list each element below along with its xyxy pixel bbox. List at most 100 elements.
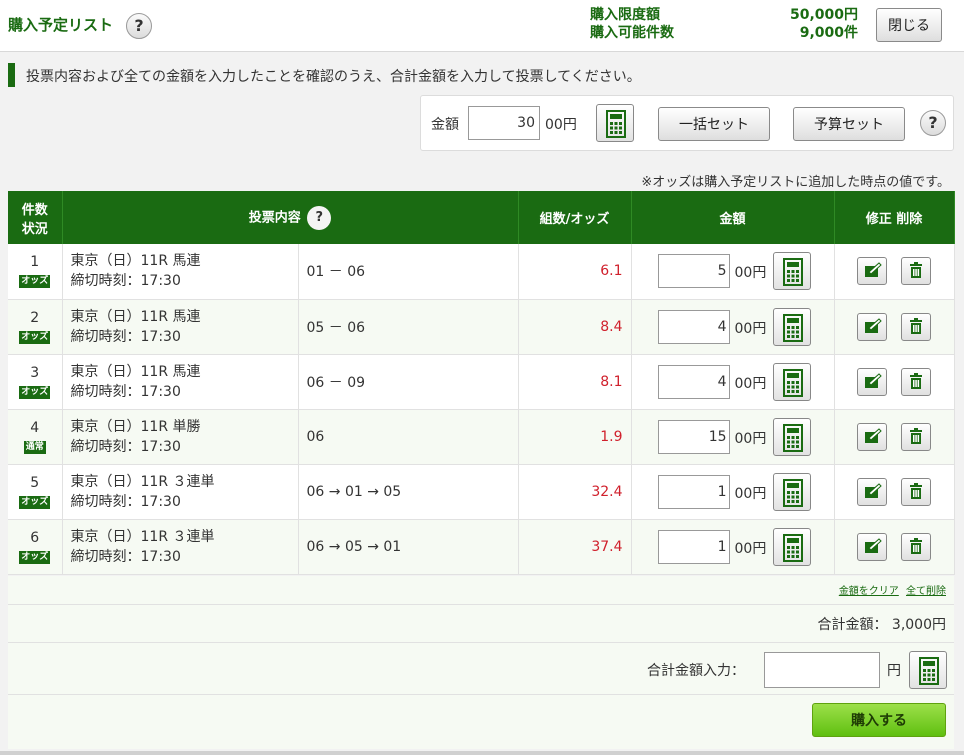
row-count-status: 2 オッズ bbox=[8, 299, 63, 355]
status-badge: 通常 bbox=[23, 440, 46, 454]
table-row: 5 オッズ 東京（日）11R ３連単 締切時刻：17:30 06 → 01 → 05 32… bbox=[8, 464, 955, 520]
actions-cell bbox=[834, 409, 955, 465]
row-number: 3 bbox=[30, 364, 40, 381]
row-number: 4 bbox=[30, 419, 40, 436]
row-amount-input[interactable] bbox=[657, 419, 730, 454]
calculator-icon[interactable] bbox=[909, 651, 947, 689]
odds-value: 32.4 bbox=[518, 464, 632, 520]
odds-value: 6.1 bbox=[518, 244, 632, 300]
amount-unit: 00円 bbox=[734, 485, 767, 502]
edit-delete-header: 修正 削除 bbox=[834, 191, 955, 244]
deadline: 締切時刻：17:30 bbox=[70, 438, 181, 455]
table-row: 1オッズ東京（日）11R 馬連締切時刻：17:3001 － 066.100円 bbox=[8, 244, 955, 300]
trash-icon[interactable] bbox=[900, 422, 931, 451]
limit-label: 購入限度額 bbox=[590, 7, 660, 23]
deadline: 締切時刻：17:30 bbox=[70, 328, 181, 345]
row-amount-input[interactable] bbox=[657, 254, 730, 288]
notice-accent-bar bbox=[8, 63, 15, 87]
trash-icon[interactable] bbox=[900, 367, 931, 396]
buy-button[interactable]: 購入する bbox=[812, 703, 946, 737]
instruction-notice: 投票内容および全ての金額を入力したことを確認のうえ、合計金額を入力して投票してく… bbox=[26, 69, 641, 85]
row-amount-input[interactable] bbox=[657, 364, 730, 399]
race-name: 東京（日）11R 馬連 bbox=[70, 308, 201, 325]
close-button[interactable]: 閉じる bbox=[876, 8, 942, 42]
calculator-icon[interactable] bbox=[772, 362, 811, 401]
header-bar: 購入予定リスト ? 購入限度額 購入可能件数 50,000円 9,000件 閉じ… bbox=[0, 0, 964, 52]
help-icon[interactable]: ? bbox=[920, 110, 946, 136]
purchase-limits-values: 50,000円 9,000件 bbox=[760, 6, 858, 42]
race-info: 東京（日）11R ３連単 締切時刻：17:30 bbox=[62, 464, 299, 520]
total-amount-input[interactable] bbox=[764, 652, 880, 688]
row-amount-input[interactable] bbox=[657, 309, 730, 344]
odds-value: 8.1 bbox=[518, 354, 632, 410]
delete-all-link[interactable]: 全て削除 bbox=[906, 586, 946, 597]
deadline: 締切時刻：17:30 bbox=[70, 383, 181, 400]
calculator-icon[interactable] bbox=[772, 417, 811, 456]
race-name: 東京（日）11R ３連単 bbox=[70, 473, 215, 490]
edit-icon[interactable] bbox=[856, 532, 887, 561]
amount-unit: 00円 bbox=[734, 375, 767, 392]
row-number: 1 bbox=[30, 254, 40, 271]
trash-icon[interactable] bbox=[900, 312, 931, 341]
row-count-status: 4 通常 bbox=[8, 409, 63, 465]
amount-unit: 00円 bbox=[734, 540, 767, 557]
bet-combination: 06 → 05 → 01 bbox=[298, 519, 519, 575]
status-badge: オッズ bbox=[19, 385, 51, 399]
trash-icon[interactable] bbox=[900, 257, 931, 285]
amount-unit: 00円 bbox=[734, 265, 767, 281]
amount-cell: 00円 bbox=[631, 409, 835, 465]
bulk-set-button[interactable]: 一括セット bbox=[658, 107, 770, 141]
odds-value: 1.9 bbox=[518, 409, 632, 465]
amount-cell: 00円 bbox=[631, 519, 835, 575]
help-icon[interactable]: ? bbox=[307, 205, 332, 230]
amount-label: 金額 bbox=[431, 117, 459, 133]
odds-value: 37.4 bbox=[518, 519, 632, 575]
actions-cell bbox=[834, 519, 955, 575]
actions-cell bbox=[834, 464, 955, 520]
deadline: 締切時刻：17:30 bbox=[70, 493, 181, 510]
edit-icon[interactable] bbox=[856, 257, 887, 285]
bulk-amount-input[interactable] bbox=[468, 106, 540, 140]
table-row: 4 通常 東京（日）11R 単勝締切時刻：17:30 061.9 00円 bbox=[8, 409, 955, 465]
amount-unit: 00円 bbox=[734, 430, 767, 447]
edit-icon[interactable] bbox=[856, 312, 887, 341]
calculator-icon[interactable] bbox=[772, 252, 811, 290]
footer-links: 金額をクリア 全て削除 bbox=[835, 582, 946, 597]
help-icon[interactable]: ? bbox=[126, 13, 152, 39]
row-number: 5 bbox=[30, 474, 40, 491]
divider bbox=[8, 604, 954, 605]
count-status-header: 件数 状況 bbox=[8, 191, 63, 244]
amount-unit: 00円 bbox=[734, 320, 767, 337]
trash-icon[interactable] bbox=[900, 532, 931, 561]
amount-unit: 00円 bbox=[545, 117, 577, 133]
bet-combination: 06 bbox=[298, 409, 519, 465]
bottom-border bbox=[0, 751, 964, 755]
race-info: 東京（日）11R 馬連 締切時刻：17:30 bbox=[62, 244, 299, 300]
edit-icon[interactable] bbox=[856, 477, 887, 506]
actions-cell bbox=[834, 244, 955, 300]
trash-icon[interactable] bbox=[900, 477, 931, 506]
race-info: 東京（日）11R 馬連 締切時刻：17:30 bbox=[62, 299, 299, 355]
calculator-icon[interactable] bbox=[596, 104, 634, 142]
amount-cell: 00円 bbox=[631, 244, 835, 300]
row-amount-input[interactable] bbox=[657, 529, 730, 564]
budget-set-button[interactable]: 予算セット bbox=[793, 107, 905, 141]
available-count-value: 9,000件 bbox=[799, 25, 858, 41]
limit-value: 50,000円 bbox=[789, 7, 858, 23]
calculator-icon[interactable] bbox=[772, 527, 811, 566]
divider bbox=[8, 694, 954, 695]
calculator-icon[interactable] bbox=[772, 472, 811, 511]
calculator-icon[interactable] bbox=[772, 307, 811, 346]
clear-amounts-link[interactable]: 金額をクリア bbox=[839, 586, 899, 597]
race-name: 東京（日）11R 単勝 bbox=[70, 418, 201, 435]
edit-icon[interactable] bbox=[856, 422, 887, 451]
row-count-status: 6 オッズ bbox=[8, 519, 63, 575]
page-title: 購入予定リスト bbox=[8, 16, 114, 34]
deadline: 締切時刻：17:30 bbox=[70, 548, 181, 565]
edit-icon[interactable] bbox=[856, 367, 887, 396]
total-input-unit: 円 bbox=[887, 663, 901, 679]
row-amount-input[interactable] bbox=[657, 474, 730, 509]
race-info: 東京（日）11R ３連単 締切時刻：17:30 bbox=[62, 519, 299, 575]
odds-header: 組数/オッズ bbox=[518, 191, 632, 244]
status-badge: オッズ bbox=[19, 495, 51, 509]
